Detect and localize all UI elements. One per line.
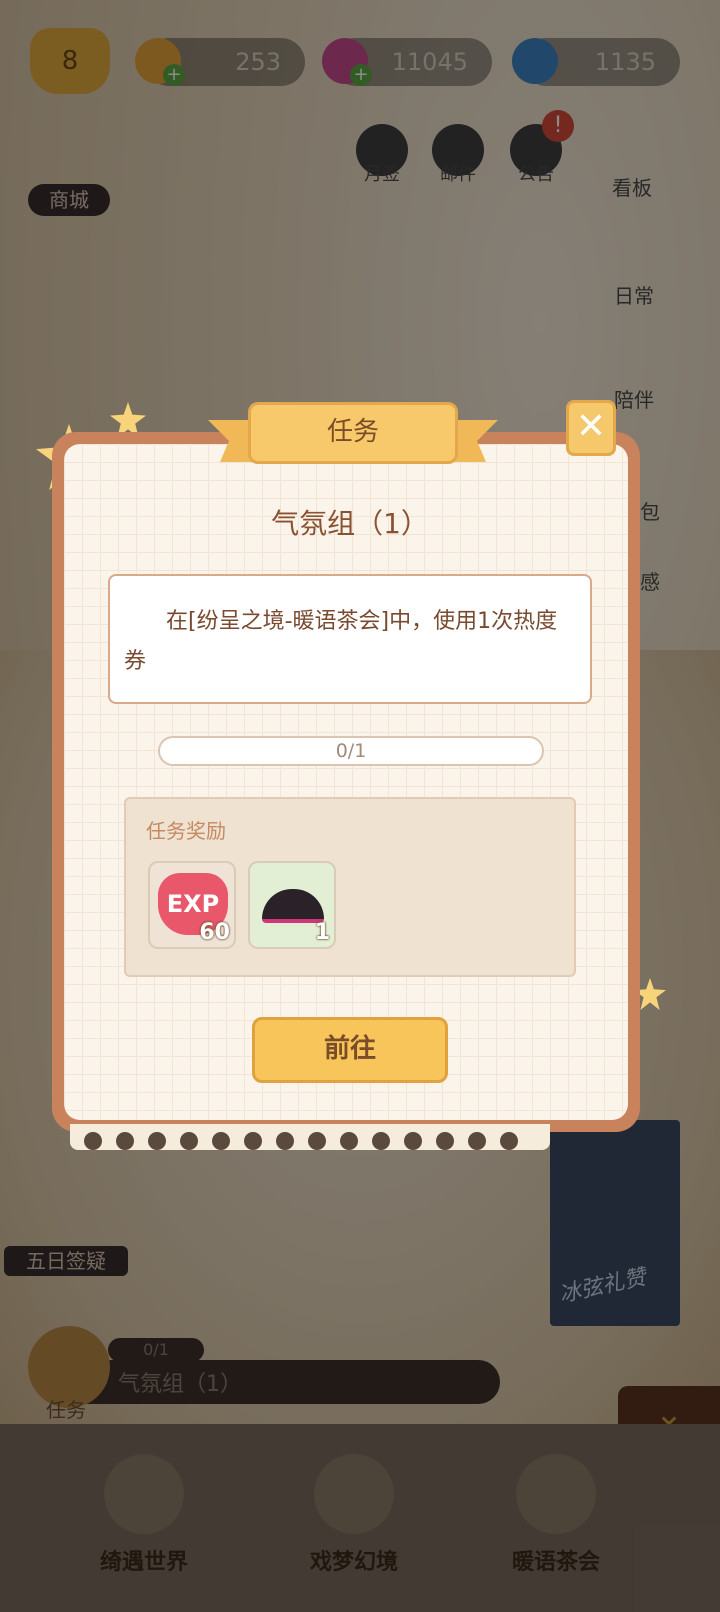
dialog-header: 任务 (248, 402, 458, 464)
reward-title: 任务奖励 (146, 819, 226, 843)
close-icon[interactable]: ✕ (566, 400, 616, 456)
cap-icon (262, 889, 324, 923)
go-button[interactable]: 前往 (252, 1017, 448, 1083)
task-description: 在[纷呈之境-暖语茶会]中，使用1次热度券 (108, 574, 592, 704)
dialog-header-ribbon: 任务 (208, 402, 498, 466)
reward-qty: 60 (199, 920, 230, 945)
reward-label: EXP (166, 890, 220, 918)
dialog-scallop-edge (70, 1124, 550, 1150)
reward-qty: 1 (314, 920, 330, 945)
reward-item-exp[interactable]: EXP 60 (148, 861, 236, 949)
reward-item-hat[interactable]: 1 (248, 861, 336, 949)
task-title: 气氛组（1） (271, 507, 429, 540)
task-progress-bar: 0/1 (158, 736, 544, 766)
reward-panel: 任务奖励 EXP 60 1 (124, 797, 576, 977)
